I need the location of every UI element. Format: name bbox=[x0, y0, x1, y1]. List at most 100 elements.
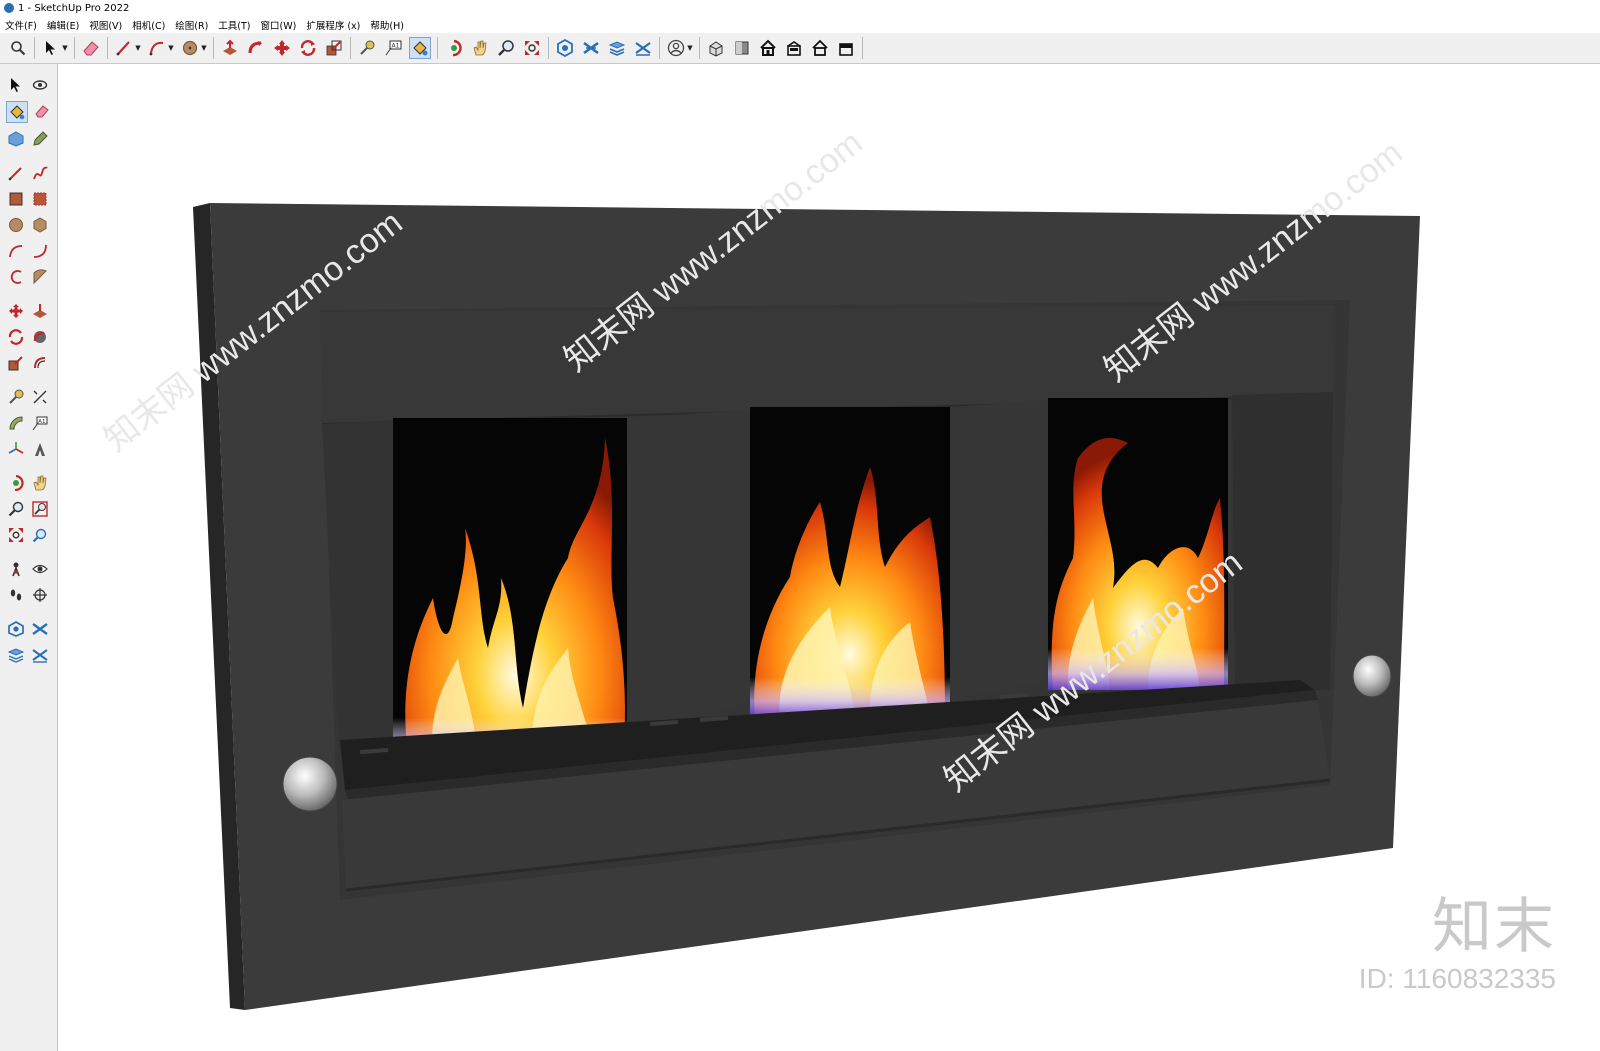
zoom-extents-icon[interactable] bbox=[522, 38, 542, 58]
iso-view-icon[interactable] bbox=[706, 38, 726, 58]
previous-view-icon[interactable] bbox=[30, 525, 50, 545]
extension-warehouse-icon[interactable] bbox=[581, 38, 601, 58]
paint-bucket-icon[interactable] bbox=[6, 101, 28, 123]
menu-window[interactable]: 窗口(W) bbox=[256, 18, 302, 32]
shape-dropdown-icon[interactable]: ▼ bbox=[200, 38, 208, 58]
text-label-icon[interactable]: A1 bbox=[383, 38, 403, 58]
watermark-id: ID: 1160832335 bbox=[1358, 963, 1556, 994]
scale-icon[interactable] bbox=[6, 353, 26, 373]
offset-icon[interactable] bbox=[30, 353, 50, 373]
paint-bucket-icon[interactable] bbox=[409, 37, 431, 59]
line-dropdown-icon[interactable]: ▼ bbox=[134, 38, 142, 58]
eraser-icon[interactable] bbox=[81, 38, 101, 58]
select-icon[interactable] bbox=[6, 75, 26, 95]
layer-manager-icon[interactable] bbox=[607, 38, 627, 58]
look-around-eye-icon[interactable] bbox=[30, 559, 50, 579]
model-viewport[interactable]: 知末网 www.znzmo.com 知末网 www.znzmo.com 知末网 … bbox=[58, 64, 1600, 1051]
sandbox-icon[interactable] bbox=[30, 645, 50, 665]
front-view-icon[interactable] bbox=[758, 38, 778, 58]
menu-edit[interactable]: 编辑(E) bbox=[42, 18, 84, 32]
menu-view[interactable]: 视图(V) bbox=[84, 18, 127, 32]
layer-manager-icon[interactable] bbox=[6, 645, 26, 665]
extension-warehouse-icon[interactable] bbox=[30, 619, 50, 639]
circle-icon[interactable] bbox=[180, 38, 200, 58]
section-plane-icon[interactable] bbox=[30, 585, 50, 605]
axes-icon[interactable] bbox=[6, 439, 26, 459]
arc-icon[interactable] bbox=[6, 241, 26, 261]
orbit-icon[interactable] bbox=[30, 75, 50, 95]
menu-extensions[interactable]: 扩展程序 (x) bbox=[301, 18, 365, 32]
pencil-line-icon[interactable] bbox=[114, 38, 134, 58]
text-icon[interactable]: A1 bbox=[30, 413, 50, 433]
two-point-arc-icon[interactable] bbox=[30, 241, 50, 261]
protractor-icon[interactable] bbox=[6, 413, 26, 433]
select-arrow-icon[interactable] bbox=[41, 38, 61, 58]
toolbar-separator bbox=[213, 37, 214, 59]
rotated-rectangle-icon[interactable] bbox=[30, 189, 50, 209]
toolbar-separator bbox=[107, 37, 108, 59]
menu-tools[interactable]: 工具(T) bbox=[213, 18, 255, 32]
move-icon[interactable] bbox=[272, 38, 292, 58]
account-icon[interactable] bbox=[666, 38, 686, 58]
toolbar-separator bbox=[659, 37, 660, 59]
back-view-icon[interactable] bbox=[810, 38, 830, 58]
menu-camera[interactable]: 相机(C) bbox=[127, 18, 170, 32]
rotate-icon[interactable] bbox=[298, 38, 318, 58]
left-view-icon[interactable] bbox=[836, 38, 856, 58]
watermark-logo: 知末 bbox=[1432, 892, 1556, 962]
zoom-icon[interactable] bbox=[6, 499, 26, 519]
orbit-small-icon[interactable] bbox=[6, 473, 26, 493]
svg-text:A1: A1 bbox=[392, 43, 400, 50]
znzmo-watermark: 知末 ID: 1160832335 bbox=[1359, 897, 1556, 995]
select-dropdown-icon[interactable]: ▼ bbox=[61, 38, 69, 58]
tape-measure-icon[interactable] bbox=[357, 38, 377, 58]
arc-dropdown-icon[interactable]: ▼ bbox=[167, 38, 175, 58]
component-icon[interactable] bbox=[6, 129, 26, 149]
pan-hand-icon[interactable] bbox=[470, 38, 490, 58]
knob-left bbox=[282, 756, 338, 812]
three-point-arc-icon[interactable] bbox=[6, 267, 26, 287]
arc-icon[interactable] bbox=[147, 38, 167, 58]
warehouse-icon[interactable] bbox=[555, 38, 575, 58]
pie-icon[interactable] bbox=[30, 267, 50, 287]
sandbox-icon[interactable] bbox=[633, 38, 653, 58]
push-pull-icon[interactable] bbox=[30, 301, 50, 321]
eraser-icon[interactable] bbox=[32, 101, 52, 121]
push-pull-icon[interactable] bbox=[220, 38, 240, 58]
tag-icon[interactable] bbox=[30, 129, 50, 149]
search-icon[interactable] bbox=[8, 38, 28, 58]
pan-icon[interactable] bbox=[30, 473, 50, 493]
zoom-icon[interactable] bbox=[496, 38, 516, 58]
right-view-icon[interactable] bbox=[784, 38, 804, 58]
recess-right-wall bbox=[1232, 392, 1333, 690]
circle-icon[interactable] bbox=[6, 215, 26, 235]
polygon-icon[interactable] bbox=[30, 215, 50, 235]
top-view-icon[interactable] bbox=[732, 38, 752, 58]
toolbar-separator bbox=[34, 37, 35, 59]
menu-help[interactable]: 帮助(H) bbox=[365, 18, 409, 32]
freehand-icon[interactable] bbox=[30, 163, 50, 183]
zoom-extents-icon[interactable] bbox=[6, 525, 26, 545]
line-icon[interactable] bbox=[6, 163, 26, 183]
orbit-icon[interactable] bbox=[444, 38, 464, 58]
warehouse-icon[interactable] bbox=[6, 619, 26, 639]
rectangle-icon[interactable] bbox=[6, 189, 26, 209]
3d-text-icon[interactable] bbox=[30, 439, 50, 459]
toolbar-separator bbox=[350, 37, 351, 59]
window-title: 1 - SketchUp Pro 2022 bbox=[18, 2, 130, 14]
tape-measure-icon[interactable] bbox=[6, 387, 26, 407]
menu-draw[interactable]: 绘图(R) bbox=[170, 18, 213, 32]
knob-right bbox=[1352, 654, 1392, 698]
walk-footprints-icon[interactable] bbox=[6, 585, 26, 605]
zoom-window-icon[interactable] bbox=[30, 499, 50, 519]
move-icon[interactable] bbox=[6, 301, 26, 321]
menu-file[interactable]: 文件(F) bbox=[0, 18, 42, 32]
sketchup-app-icon bbox=[4, 3, 14, 13]
follow-me-icon[interactable] bbox=[30, 327, 50, 347]
position-camera-icon[interactable] bbox=[6, 559, 26, 579]
scale-icon[interactable] bbox=[324, 38, 344, 58]
dimension-icon[interactable] bbox=[30, 387, 50, 407]
rotate-icon[interactable] bbox=[6, 327, 26, 347]
follow-me-icon[interactable] bbox=[246, 38, 266, 58]
account-dropdown-icon[interactable]: ▼ bbox=[686, 38, 694, 58]
